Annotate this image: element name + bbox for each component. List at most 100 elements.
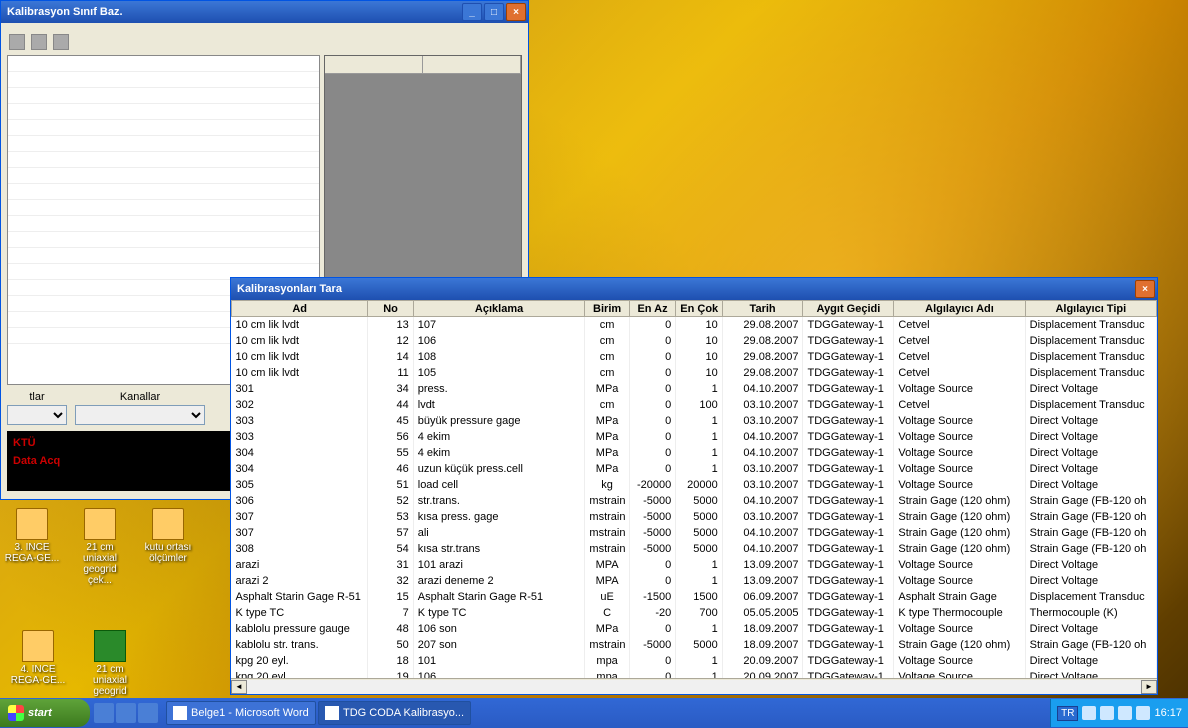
- table-row[interactable]: 10 cm lik lvdt12106cm01029.08.2007TDGGat…: [232, 333, 1157, 349]
- table-cell: mpa: [585, 653, 629, 669]
- table-cell: TDGGateway-1: [803, 349, 894, 365]
- taskbar-task[interactable]: TDG CODA Kalibrasyo...: [318, 701, 471, 725]
- column-header[interactable]: Algılayıcı Tipi: [1025, 301, 1156, 317]
- scroll-right-arrow[interactable]: ►: [1141, 680, 1157, 694]
- select-kanallar[interactable]: [75, 405, 205, 425]
- table-cell: 1: [676, 413, 722, 429]
- table-row[interactable]: 30446uzun küçük press.cellMPa0103.10.200…: [232, 461, 1157, 477]
- table-row[interactable]: arazi31101 araziMPA0113.09.2007TDGGatewa…: [232, 557, 1157, 573]
- table-row[interactable]: arazi 232arazi deneme 2MPA0113.09.2007TD…: [232, 573, 1157, 589]
- table-cell: TDGGateway-1: [803, 509, 894, 525]
- table-row[interactable]: 30551load cellkg-200002000003.10.2007TDG…: [232, 477, 1157, 493]
- desktop-icon[interactable]: 4. INCE REGA-GE...: [8, 630, 68, 708]
- desktop-icon[interactable]: 3. INCE REGA-GE...: [2, 508, 62, 586]
- titlebar[interactable]: Kalibrasyon Sınıf Baz. _ □ ×: [1, 1, 528, 23]
- table-cell: 05.05.2005: [722, 605, 803, 621]
- quick-launch-ie-icon[interactable]: [94, 703, 114, 723]
- scroll-left-arrow[interactable]: ◄: [231, 680, 247, 694]
- toolbar: [7, 29, 522, 55]
- table-row[interactable]: 30757alimstrain-5000500004.10.2007TDGGat…: [232, 525, 1157, 541]
- column-header[interactable]: En Çok: [676, 301, 722, 317]
- table-row[interactable]: 303564 ekimMPa0104.10.2007TDGGateway-1Vo…: [232, 429, 1157, 445]
- quick-launch-desktop-icon[interactable]: [116, 703, 136, 723]
- table-row[interactable]: 30652str.trans.mstrain-5000500004.10.200…: [232, 493, 1157, 509]
- clock[interactable]: 16:17: [1154, 707, 1182, 719]
- table-cell: 5000: [676, 541, 722, 557]
- tray-icon-1[interactable]: [1082, 706, 1096, 720]
- table-row[interactable]: kablolu pressure gauge48106 sonMPa0118.0…: [232, 621, 1157, 637]
- table-row[interactable]: 10 cm lik lvdt11105cm01029.08.2007TDGGat…: [232, 365, 1157, 381]
- table-row[interactable]: kablolu str. trans.50207 sonmstrain-5000…: [232, 637, 1157, 653]
- quick-launch-media-icon[interactable]: [138, 703, 158, 723]
- table-cell: 18: [368, 653, 413, 669]
- table-row[interactable]: 30134press.MPa0104.10.2007TDGGateway-1Vo…: [232, 381, 1157, 397]
- tray-icon-4[interactable]: [1136, 706, 1150, 720]
- table-row[interactable]: 304554 ekimMPa0104.10.2007TDGGateway-1Vo…: [232, 445, 1157, 461]
- column-header[interactable]: No: [368, 301, 413, 317]
- table-cell: 1: [676, 557, 722, 573]
- table-cell: arazi: [232, 557, 368, 573]
- calibration-table-wrap[interactable]: AdNoAçıklamaBirimEn AzEn ÇokTarihAygıt G…: [231, 300, 1157, 678]
- table-row[interactable]: kpg 20 eyl19106mpa0120.09.2007TDGGateway…: [232, 669, 1157, 679]
- table-cell: 04.10.2007: [722, 429, 803, 445]
- taskbar-tasks: Belge1 - Microsoft WordTDG CODA Kalibras…: [162, 701, 1050, 725]
- table-cell: 303: [232, 429, 368, 445]
- desktop-icon[interactable]: kutu ortası ölçümler: [138, 508, 198, 586]
- table-cell: 107: [413, 317, 585, 333]
- taskbar-task[interactable]: Belge1 - Microsoft Word: [166, 701, 316, 725]
- table-cell: 0: [629, 669, 675, 679]
- table-row[interactable]: 30854kısa str.transmstrain-5000500004.10…: [232, 541, 1157, 557]
- column-header[interactable]: Birim: [585, 301, 629, 317]
- table-cell: C: [585, 605, 629, 621]
- titlebar[interactable]: Kalibrasyonları Tara ×: [231, 278, 1157, 300]
- table-cell: Displacement Transduc: [1025, 333, 1156, 349]
- column-header[interactable]: En Az: [629, 301, 675, 317]
- table-cell: 10 cm lik lvdt: [232, 333, 368, 349]
- column-header[interactable]: Tarih: [722, 301, 803, 317]
- table-cell: 106 son: [413, 621, 585, 637]
- tray-icon-3[interactable]: [1118, 706, 1132, 720]
- table-cell: 29.08.2007: [722, 365, 803, 381]
- table-cell: 105: [413, 365, 585, 381]
- table-cell: ali: [413, 525, 585, 541]
- table-row[interactable]: Asphalt Starin Gage R-5115Asphalt Starin…: [232, 589, 1157, 605]
- table-row[interactable]: 10 cm lik lvdt14108cm01029.08.2007TDGGat…: [232, 349, 1157, 365]
- start-label: start: [28, 707, 52, 719]
- table-cell: cm: [585, 333, 629, 349]
- table-cell: 03.10.2007: [722, 461, 803, 477]
- column-header[interactable]: Ad: [232, 301, 368, 317]
- table-row[interactable]: kpg 20 eyl.18101mpa0120.09.2007TDGGatewa…: [232, 653, 1157, 669]
- folder-icon: [84, 508, 116, 540]
- table-row[interactable]: 30345büyük pressure gageMPa0103.10.2007T…: [232, 413, 1157, 429]
- table-row[interactable]: 10 cm lik lvdt13107cm01029.08.2007TDGGat…: [232, 317, 1157, 333]
- table-cell: 03.10.2007: [722, 477, 803, 493]
- table-row[interactable]: 30244lvdtcm010003.10.2007TDGGateway-1Cet…: [232, 397, 1157, 413]
- horizontal-scrollbar[interactable]: ◄ ►: [231, 678, 1157, 694]
- maximize-button[interactable]: □: [484, 3, 504, 21]
- table-row[interactable]: 30753kısa press. gagemstrain-5000500003.…: [232, 509, 1157, 525]
- table-cell: 51: [368, 477, 413, 493]
- close-button[interactable]: ×: [1135, 280, 1155, 298]
- table-cell: Voltage Source: [894, 413, 1025, 429]
- table-cell: 307: [232, 525, 368, 541]
- column-header[interactable]: Aygıt Geçidi: [803, 301, 894, 317]
- tray-icon-2[interactable]: [1100, 706, 1114, 720]
- select-tlar[interactable]: [7, 405, 67, 425]
- table-cell: arazi 2: [232, 573, 368, 589]
- table-row[interactable]: K type TC7K type TCC-2070005.05.2005TDGG…: [232, 605, 1157, 621]
- language-indicator[interactable]: TR: [1057, 706, 1078, 721]
- column-header[interactable]: Açıklama: [413, 301, 585, 317]
- table-cell: Direct Voltage: [1025, 381, 1156, 397]
- minimize-button[interactable]: _: [462, 3, 482, 21]
- desktop-icon[interactable]: 21 cm uniaxial geogrid çek...: [70, 508, 130, 586]
- desktop-icon[interactable]: 21 cm uniaxial geogrid çek...: [80, 630, 140, 708]
- quick-launch: [90, 703, 162, 723]
- table-cell: 19: [368, 669, 413, 679]
- toolbar-button-1[interactable]: [9, 34, 25, 50]
- close-button[interactable]: ×: [506, 3, 526, 21]
- start-button[interactable]: start: [0, 699, 90, 727]
- toolbar-button-2[interactable]: [31, 34, 47, 50]
- table-cell: uE: [585, 589, 629, 605]
- toolbar-button-3[interactable]: [53, 34, 69, 50]
- column-header[interactable]: Algılayıcı Adı: [894, 301, 1025, 317]
